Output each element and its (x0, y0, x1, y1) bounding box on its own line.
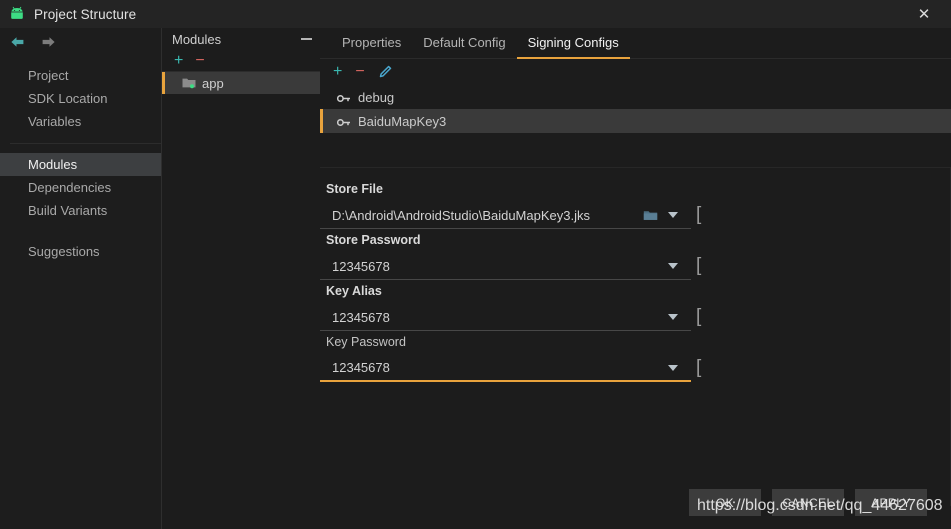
signing-config-form: Store File D:\Android\AndroidStudio\Baid… (320, 168, 950, 382)
overflow-bracket-icon: [ (696, 357, 702, 378)
field-key-alias: Key Alias 12345678 [ (320, 284, 950, 331)
sidebar-nav-list: Project SDK Location Variables Modules D… (0, 56, 161, 263)
key-icon (336, 116, 351, 127)
sidebar-item-label: Suggestions (28, 244, 100, 259)
sidebar-item-modules[interactable]: Modules (0, 153, 161, 176)
overflow-bracket-icon: [ (696, 255, 702, 276)
field-store-file: Store File D:\Android\AndroidStudio\Baid… (320, 182, 950, 229)
title-bar: Project Structure ✕ (0, 0, 951, 28)
tab-bar: Properties Default Config Signing Config… (320, 28, 951, 59)
folder-icon[interactable] (643, 209, 658, 222)
chevron-down-icon[interactable] (668, 314, 678, 320)
sidebar-item-sdk-location[interactable]: SDK Location (0, 87, 161, 110)
key-alias-input[interactable]: 12345678 (320, 310, 668, 325)
navigation-arrows (0, 28, 161, 56)
modules-panel-header: Modules (162, 28, 320, 50)
remove-module-button[interactable]: − (195, 52, 204, 69)
close-icon[interactable]: ✕ (907, 0, 941, 28)
folder-icon (182, 77, 196, 89)
store-file-input[interactable]: D:\Android\AndroidStudio\BaiduMapKey3.jk… (320, 208, 643, 223)
sidebar-item-label: Variables (28, 114, 82, 129)
pencil-icon[interactable] (378, 65, 392, 79)
sidebar-item-suggestions[interactable]: Suggestions (0, 240, 161, 263)
sidebar-item-variables[interactable]: Variables (0, 110, 161, 133)
tab-signing-configs[interactable]: Signing Configs (516, 35, 630, 59)
tab-default-config[interactable]: Default Config (412, 35, 516, 59)
overflow-bracket-icon: [ (696, 306, 702, 327)
field-label: Key Password (326, 335, 406, 349)
modules-panel: Modules + − app (161, 28, 320, 529)
module-name-label: app (202, 75, 224, 91)
key-icon (336, 92, 351, 103)
store-password-input[interactable]: 12345678 (320, 259, 668, 274)
sidebar-item-label: Project (28, 68, 69, 83)
back-arrow-icon[interactable] (9, 35, 26, 49)
key-alias-control[interactable]: 12345678 [ (320, 304, 701, 331)
signing-config-name: debug (358, 89, 395, 105)
field-label: Store Password (326, 233, 421, 247)
cancel-button[interactable]: CANCEL (772, 489, 844, 516)
field-key-password: Key Password 12345678 [ (320, 335, 950, 382)
chevron-down-icon[interactable] (668, 263, 678, 269)
android-icon (8, 5, 26, 23)
add-signing-config-button[interactable]: + (333, 64, 342, 80)
add-module-button[interactable]: + (174, 52, 183, 69)
sidebar-item-label: SDK Location (28, 91, 108, 106)
ok-button[interactable]: OK (689, 489, 761, 516)
sidebar-item-label: Dependencies (28, 180, 112, 195)
main-content: Properties Default Config Signing Config… (320, 28, 951, 529)
module-list-item-app[interactable]: app (162, 72, 320, 94)
sidebar-item-project[interactable]: Project (0, 64, 161, 87)
field-store-password: Store Password 12345678 [ (320, 233, 950, 280)
field-label: Store File (326, 182, 383, 196)
apply-button[interactable]: APPLY (855, 489, 927, 516)
signing-config-form-pane: Store File D:\Android\AndroidStudio\Baid… (320, 167, 951, 506)
store-file-control[interactable]: D:\Android\AndroidStudio\BaiduMapKey3.jk… (320, 202, 701, 229)
left-sidebar: Project SDK Location Variables Modules D… (0, 28, 161, 529)
signing-config-row-baidumapkey3[interactable]: BaiduMapKey3 (320, 109, 951, 133)
sidebar-item-dependencies[interactable]: Dependencies (0, 176, 161, 199)
chevron-down-icon[interactable] (668, 212, 678, 218)
sidebar-divider (10, 143, 161, 144)
key-password-control[interactable]: 12345678 [ (320, 355, 701, 382)
signing-config-name: BaiduMapKey3 (358, 113, 447, 129)
modules-panel-title: Modules (172, 31, 222, 47)
store-password-control[interactable]: 12345678 [ (320, 253, 701, 280)
key-password-input[interactable]: 12345678 (320, 360, 668, 375)
remove-signing-config-button[interactable]: − (355, 64, 364, 80)
field-label: Key Alias (326, 284, 382, 298)
sidebar-item-label: Modules (28, 157, 78, 172)
overflow-bracket-icon: [ (696, 204, 702, 225)
modules-toolbar: + − (162, 50, 320, 72)
dialog-button-bar: OK CANCEL APPLY (689, 489, 927, 516)
window-title: Project Structure (34, 6, 137, 22)
signing-configs-toolbar: + − (320, 59, 951, 85)
signing-config-row-debug[interactable]: debug (320, 85, 951, 109)
tab-properties[interactable]: Properties (331, 35, 412, 59)
chevron-down-icon[interactable] (668, 364, 678, 371)
forward-arrow-icon[interactable] (40, 35, 57, 49)
sidebar-item-label: Build Variants (28, 203, 108, 218)
sidebar-item-build-variants[interactable]: Build Variants (0, 199, 161, 222)
minimize-icon[interactable] (301, 38, 312, 40)
